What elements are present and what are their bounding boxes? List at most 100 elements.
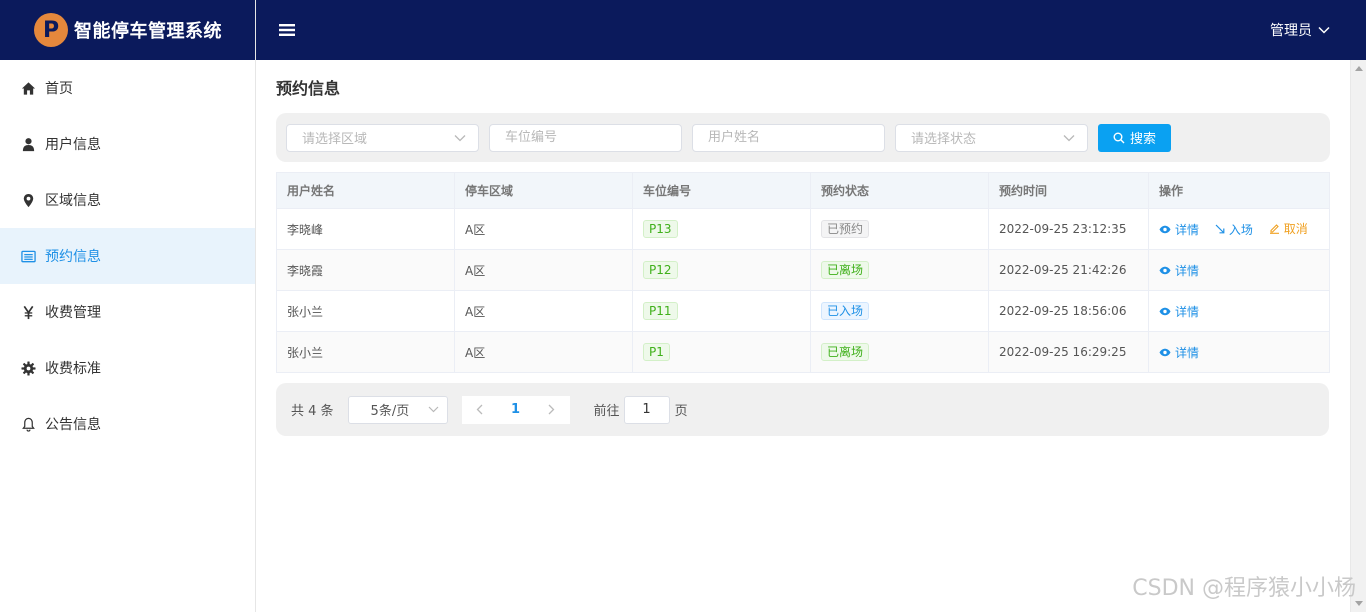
spot-tag: P11 [643,302,678,320]
total-count: 共 4 条 [291,404,334,419]
cell-time: 2022-09-25 16:29:25 [988,331,1149,373]
user-name: 管理员 [1270,23,1312,39]
list-icon [20,248,36,264]
search-button[interactable]: 搜索 [1098,123,1171,152]
main-content: 预约信息 请选择区域 请选择状态 搜索 用户姓名 停车区域 车位编 [256,60,1350,612]
pagination: 共 4 条 5条/页 1 前往 页 [276,383,1329,436]
page-size-select[interactable]: 5条/页 [347,395,448,424]
table-row: 张小兰 A区 P1 已离场 2022-09-25 16:29:25 详情 [276,331,1330,373]
cell-user-name: 张小兰 [276,331,455,373]
sidebar-item-label: 收费标准 [45,361,101,377]
chevron-left-icon [476,404,483,415]
cell-area: A区 [454,208,633,250]
detail-button[interactable]: 详情 [1159,303,1199,320]
spot-tag: P1 [643,343,670,361]
cell-spot: P1 [632,331,811,373]
cell-user-name: 张小兰 [276,290,455,332]
cancel-button[interactable]: 取消 [1269,220,1308,237]
status-select-placeholder: 请选择状态 [911,132,977,147]
scroll-down-icon[interactable] [1355,601,1363,606]
sidebar-item-fee-standards[interactable]: 收费标准 [0,340,255,396]
sidebar-item-reservations[interactable]: 预约信息 [0,228,255,284]
area-select[interactable]: 请选择区域 [286,123,479,152]
reservations-table: 用户姓名 停车区域 车位编号 预约状态 预约时间 操作 李晓峰 A区 P13 已… [276,172,1330,373]
sidebar-item-label: 收费管理 [45,305,101,321]
cell-actions: 详情 [1148,290,1330,332]
sidebar-menu: 首页 用户信息 区域信息 预约信息 收费管理 收费标准 公告信息 [0,60,255,452]
sidebar-item-users[interactable]: 用户信息 [0,116,255,172]
watermark: CSDN @程序猿小小杨 [1132,576,1356,601]
edit-icon [1269,224,1279,234]
user-name-field[interactable] [692,123,885,152]
spot-number-input[interactable] [505,130,669,145]
detail-label: 详情 [1175,304,1200,319]
cell-area: A区 [454,249,633,291]
column-header-time[interactable]: 预约时间 [988,172,1149,209]
status-badge: 已离场 [821,261,870,279]
cell-time: 2022-09-25 23:12:35 [988,208,1149,250]
cell-spot: P13 [632,208,811,250]
spot-tag: P12 [643,261,678,279]
next-page-button[interactable] [533,395,570,424]
column-header-status[interactable]: 预约状态 [810,172,989,209]
page-title: 预约信息 [276,79,341,98]
menu-toggle-icon[interactable] [278,23,296,37]
column-header-user-name[interactable]: 用户姓名 [276,172,455,209]
detail-label: 详情 [1175,345,1200,360]
arrow-down-right-icon [1215,224,1225,234]
user-name-input[interactable] [708,130,872,145]
chevron-right-icon [548,404,555,415]
user-icon [20,136,36,152]
cell-area: A区 [454,331,633,373]
logo-icon: P [34,13,68,47]
table-row: 张小兰 A区 P11 已入场 2022-09-25 18:56:06 详情 [276,290,1330,332]
table-header-row: 用户姓名 停车区域 车位编号 预约状态 预约时间 操作 [276,172,1330,209]
sidebar-item-label: 用户信息 [45,137,101,153]
chevron-down-icon [1063,134,1075,141]
enter-label: 入场 [1228,222,1253,237]
sidebar-item-label: 公告信息 [45,417,101,433]
column-header-spot[interactable]: 车位编号 [632,172,811,209]
sidebar-item-announcements[interactable]: 公告信息 [0,396,255,452]
sidebar-item-home[interactable]: 首页 [0,60,255,116]
cell-user-name: 李晓峰 [276,208,455,250]
sidebar-item-fees[interactable]: 收费管理 [0,284,255,340]
detail-button[interactable]: 详情 [1159,221,1199,238]
goto-unit: 页 [674,404,688,419]
cell-actions: 详情 [1148,249,1330,291]
vertical-scrollbar[interactable] [1350,60,1366,612]
detail-label: 详情 [1175,263,1200,278]
gear-icon [20,360,36,376]
cell-status: 已离场 [810,249,989,291]
scroll-up-icon[interactable] [1354,66,1363,71]
page-size-value: 5条/页 [370,404,410,419]
enter-button[interactable]: 入场 [1215,221,1253,238]
status-select[interactable]: 请选择状态 [895,123,1088,152]
eye-icon [1159,348,1171,356]
yen-icon [20,304,36,320]
page-number[interactable]: 1 [497,395,534,424]
eye-icon [1159,225,1171,234]
app-title: 智能停车管理系统 [74,21,222,42]
detail-button[interactable]: 详情 [1159,262,1199,279]
column-header-area[interactable]: 停车区域 [454,172,633,209]
sidebar-item-areas[interactable]: 区域信息 [0,172,255,228]
chevron-down-icon [428,406,438,413]
user-dropdown[interactable]: 管理员 [1270,20,1330,40]
sidebar-item-label: 区域信息 [45,193,101,209]
map-pin-icon [20,192,36,208]
cell-time: 2022-09-25 21:42:26 [988,249,1149,291]
detail-button[interactable]: 详情 [1159,344,1199,361]
status-badge: 已预约 [821,220,870,238]
spot-number-field[interactable] [489,123,682,152]
eye-icon [1159,307,1171,315]
table-row: 李晓霞 A区 P12 已离场 2022-09-25 21:42:26 详情 [276,249,1330,291]
cell-status: 已预约 [810,208,989,250]
cell-status: 已离场 [810,331,989,373]
goto-page-input[interactable] [623,395,670,424]
sidebar: P 智能停车管理系统 首页 用户信息 区域信息 预约信息 收费管理 收费标准 公… [0,0,256,612]
filter-bar: 请选择区域 请选择状态 搜索 [276,113,1330,162]
sidebar-item-label: 预约信息 [45,249,101,265]
spot-tag: P13 [643,220,678,238]
prev-page-button[interactable] [461,395,498,424]
